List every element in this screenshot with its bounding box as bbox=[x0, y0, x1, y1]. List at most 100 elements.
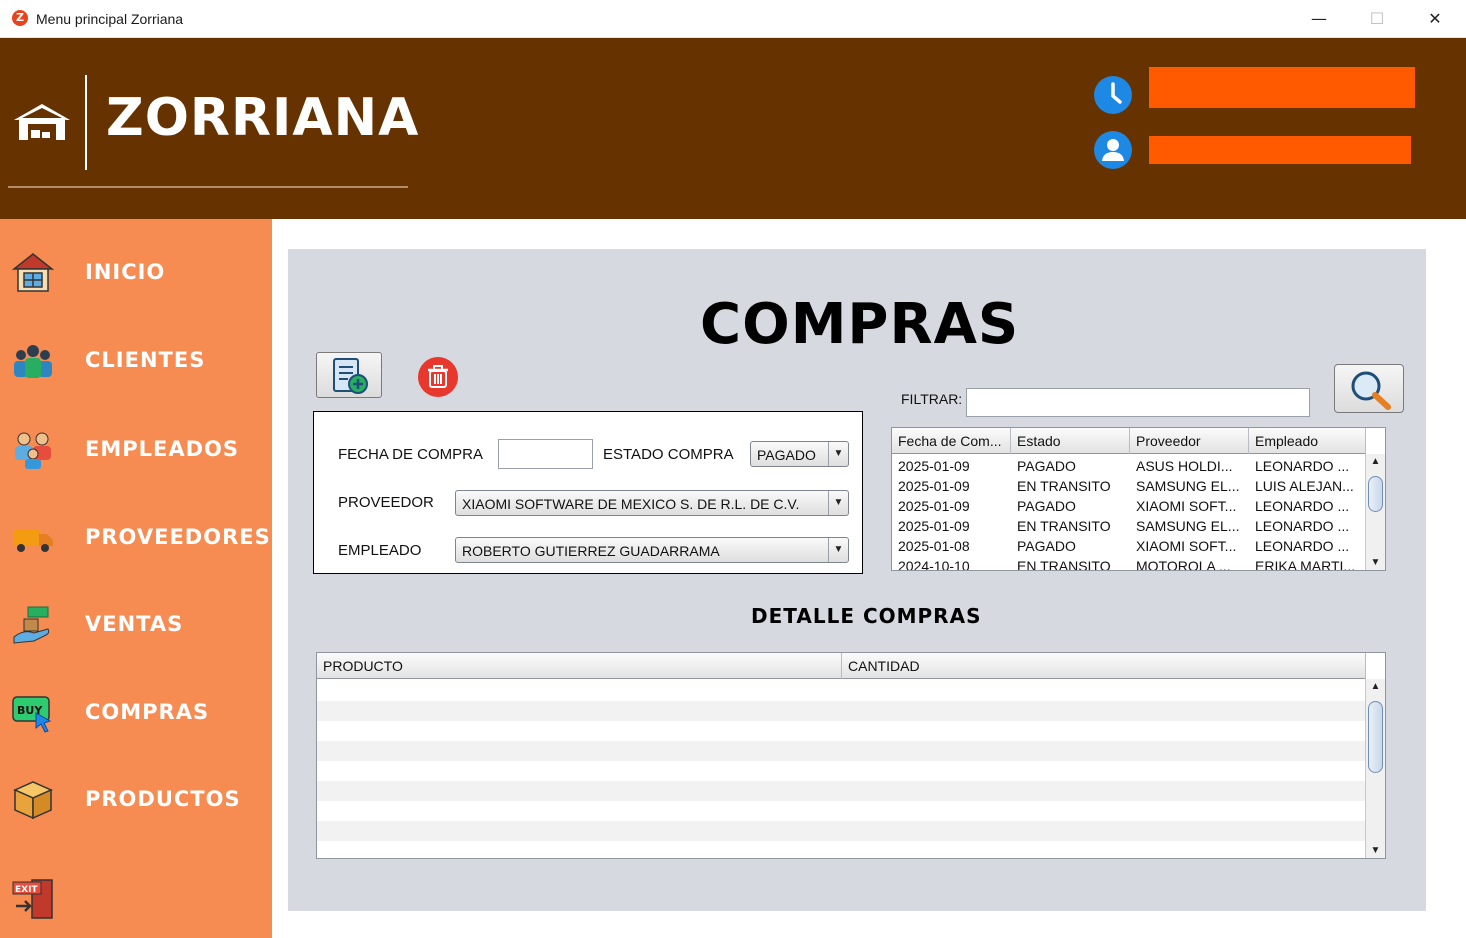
minimize-button[interactable]: — bbox=[1290, 0, 1348, 38]
search-button[interactable] bbox=[1334, 364, 1404, 413]
cell-empleado: ERIKA MARTI... bbox=[1255, 558, 1356, 571]
purchases-table-scrollbar[interactable]: ▲ ▼ bbox=[1365, 454, 1385, 570]
cell-estado: EN TRANSITO bbox=[1017, 558, 1111, 571]
empty-row-stripe bbox=[317, 781, 1366, 801]
empty-row-stripe bbox=[317, 821, 1366, 841]
cell-proveedor: XIAOMI SOFT... bbox=[1136, 538, 1237, 554]
cell-proveedor: SAMSUNG EL... bbox=[1136, 518, 1240, 534]
warehouse-icon bbox=[14, 104, 70, 140]
delete-button[interactable] bbox=[418, 357, 458, 397]
empty-row-stripe bbox=[317, 701, 1366, 721]
sidebar-item-inicio[interactable]: INICIO bbox=[0, 241, 272, 301]
window-titlebar: Z Menu principal Zorriana — ☐ ✕ bbox=[0, 0, 1466, 38]
employees-icon bbox=[15, 432, 51, 469]
cell-empleado: LEONARDO ... bbox=[1255, 498, 1350, 514]
fecha-compra-field[interactable] bbox=[498, 439, 593, 469]
scroll-up-icon[interactable]: ▲ bbox=[1366, 681, 1385, 692]
search-icon bbox=[1351, 371, 1391, 410]
proveedor-label: PROVEEDOR bbox=[338, 494, 434, 511]
sidebar-item-label: VENTAS bbox=[85, 612, 184, 636]
sidebar-item-label: PRODUCTOS bbox=[85, 787, 241, 811]
proveedor-value: XIAOMI SOFTWARE DE MEXICO S. DE R.L. DE … bbox=[462, 496, 800, 512]
empleado-value: ROBERTO GUTIERREZ GUADARRAMA bbox=[462, 543, 720, 559]
add-invoice-icon bbox=[333, 358, 368, 394]
exit-icon-text: EXIT bbox=[15, 885, 38, 895]
column-header[interactable]: PRODUCTO bbox=[317, 653, 842, 679]
purchases-table: Fecha de Com... Estado Proveedor Emplead… bbox=[891, 427, 1386, 571]
column-header[interactable]: Estado bbox=[1011, 428, 1130, 454]
column-header[interactable]: Empleado bbox=[1249, 428, 1366, 454]
detail-title: DETALLE COMPRAS bbox=[751, 604, 982, 628]
column-header[interactable]: Proveedor bbox=[1130, 428, 1249, 454]
cell-fecha: 2025-01-09 bbox=[898, 458, 970, 474]
trash-icon bbox=[428, 365, 448, 388]
cell-fecha: 2025-01-08 bbox=[898, 538, 970, 554]
cell-estado: PAGADO bbox=[1017, 498, 1076, 514]
dropdown-arrow-icon: ▼ bbox=[828, 538, 848, 562]
sidebar-item-label: EMPLEADOS bbox=[85, 437, 240, 461]
empleado-select[interactable]: ROBERTO GUTIERREZ GUADARRAMA ▼ bbox=[455, 537, 849, 563]
empleado-label: EMPLEADO bbox=[338, 542, 422, 559]
page-title: COMPRAS bbox=[700, 292, 1020, 357]
detail-table-scrollbar[interactable]: ▲ ▼ bbox=[1365, 679, 1385, 858]
brand-underline bbox=[8, 186, 408, 188]
filter-label: FILTRAR: bbox=[901, 391, 963, 407]
sidebar-item-label: COMPRAS bbox=[85, 700, 210, 724]
empty-row-stripe bbox=[317, 741, 1366, 761]
column-header[interactable]: Fecha de Com... bbox=[892, 428, 1011, 454]
house-icon bbox=[12, 253, 54, 292]
cell-estado: EN TRANSITO bbox=[1017, 518, 1111, 534]
dropdown-arrow-icon: ▼ bbox=[828, 491, 848, 515]
estado-compra-select[interactable]: PAGADO ▼ bbox=[750, 441, 849, 467]
scroll-thumb[interactable] bbox=[1368, 701, 1383, 773]
time-display-field bbox=[1149, 67, 1415, 108]
cell-proveedor: ASUS HOLDI... bbox=[1136, 458, 1233, 474]
close-button[interactable]: ✕ bbox=[1406, 0, 1464, 38]
sidebar-item-productos[interactable]: PRODUCTOS bbox=[0, 768, 272, 828]
sidebar-item-label: CLIENTES bbox=[85, 348, 206, 372]
clients-icon bbox=[14, 345, 52, 378]
cell-proveedor: XIAOMI SOFT... bbox=[1136, 498, 1237, 514]
logo-divider bbox=[85, 75, 87, 170]
table-header: Fecha de Com... Estado Proveedor Emplead… bbox=[892, 428, 1366, 454]
sidebar-item-label: PROVEEDORES bbox=[85, 525, 271, 549]
cell-estado: EN TRANSITO bbox=[1017, 478, 1111, 494]
maximize-button[interactable]: ☐ bbox=[1348, 0, 1406, 38]
sidebar-item-ventas[interactable]: VENTAS bbox=[0, 593, 272, 653]
add-purchase-button[interactable] bbox=[316, 352, 382, 398]
sidebar-item-compras[interactable]: BUY COMPRAS bbox=[0, 681, 272, 741]
window-title: Menu principal Zorriana bbox=[36, 11, 184, 27]
scroll-down-icon[interactable]: ▼ bbox=[1366, 557, 1385, 568]
cell-empleado: LEONARDO ... bbox=[1255, 538, 1350, 554]
cell-estado: PAGADO bbox=[1017, 538, 1076, 554]
cell-proveedor: MOTOROLA ... bbox=[1136, 558, 1231, 571]
buy-icon: BUY bbox=[12, 696, 52, 733]
truck-icon bbox=[13, 530, 53, 552]
sidebar-item-label: INICIO bbox=[85, 260, 166, 284]
app-logo-icon: Z bbox=[12, 10, 28, 26]
cell-empleado: LEONARDO ... bbox=[1255, 458, 1350, 474]
cell-fecha: 2024-10-10 bbox=[898, 558, 970, 571]
cell-fecha: 2025-01-09 bbox=[898, 498, 970, 514]
brand-name: ZORRIANA bbox=[106, 88, 420, 148]
sidebar-item-empleados[interactable]: EMPLEADOS bbox=[0, 418, 272, 478]
sales-icon bbox=[13, 606, 50, 644]
sidebar-item-clientes[interactable]: CLIENTES bbox=[0, 329, 272, 389]
column-header[interactable]: CANTIDAD bbox=[842, 653, 1366, 679]
filter-input[interactable] bbox=[966, 388, 1310, 417]
scroll-thumb[interactable] bbox=[1368, 476, 1383, 512]
fecha-compra-label: FECHA DE COMPRA bbox=[338, 446, 484, 463]
scroll-up-icon[interactable]: ▲ bbox=[1366, 456, 1385, 467]
box-icon bbox=[13, 781, 53, 820]
estado-compra-label: ESTADO COMPRA bbox=[603, 446, 734, 463]
sidebar bbox=[0, 219, 272, 938]
scroll-down-icon[interactable]: ▼ bbox=[1366, 845, 1385, 856]
proveedor-select[interactable]: XIAOMI SOFTWARE DE MEXICO S. DE R.L. DE … bbox=[455, 490, 849, 516]
sidebar-item-proveedores[interactable]: PROVEEDORES bbox=[0, 506, 272, 566]
estado-compra-value: PAGADO bbox=[757, 447, 816, 463]
user-display-field bbox=[1149, 136, 1411, 164]
cell-empleado: LEONARDO ... bbox=[1255, 518, 1350, 534]
exit-icon[interactable]: EXIT bbox=[12, 878, 54, 920]
cell-fecha: 2025-01-09 bbox=[898, 518, 970, 534]
cell-empleado: LUIS ALEJAN... bbox=[1255, 478, 1354, 494]
